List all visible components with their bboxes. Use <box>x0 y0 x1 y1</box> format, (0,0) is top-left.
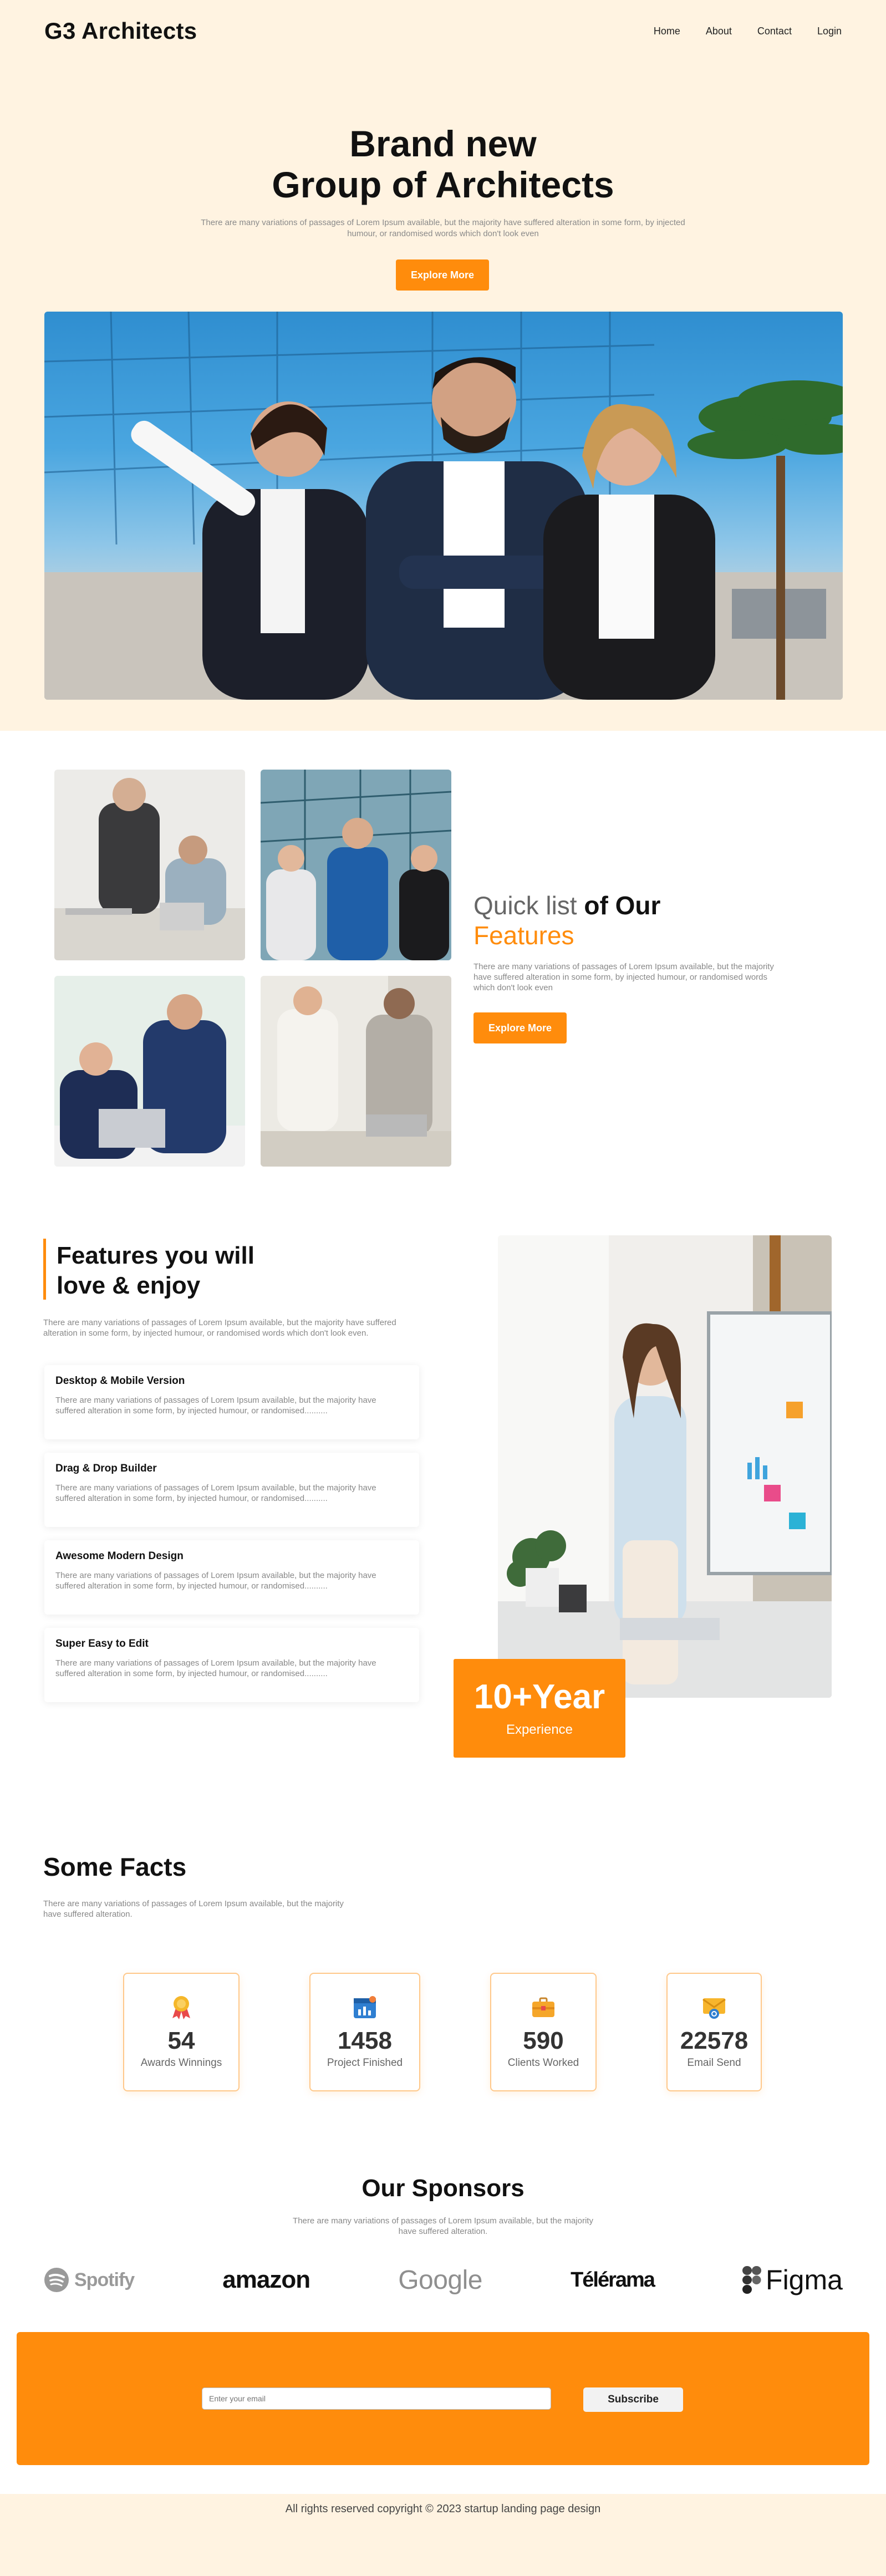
spotify-icon <box>44 2268 69 2292</box>
feature-card-text: There are many variations of passages of… <box>55 1396 376 1416</box>
nav-link-home[interactable]: Home <box>654 26 680 37</box>
fact-label: Awards Winnings <box>140 2057 222 2069</box>
hero-subtitle: There are many variations of passages of… <box>201 218 685 238</box>
calendar-chart-icon <box>352 1994 378 2020</box>
features-title-line1: Features you will <box>57 1242 254 1269</box>
facts-subtitle: There are many variations of passages of… <box>43 1899 344 1919</box>
nav-link-contact[interactable]: Contact <box>757 26 792 37</box>
subscribe-banner: Subscribe <box>17 2332 869 2465</box>
subscribe-button[interactable]: Subscribe <box>583 2387 683 2412</box>
nav-link-about[interactable]: About <box>706 26 732 37</box>
quick-list-title: Quick list of Our Features <box>473 890 660 950</box>
sponsors-title: Our Sponsors <box>361 2175 525 2202</box>
sponsors-section: Our Sponsors There are many variations o… <box>0 2147 886 2332</box>
quick-title-light: Quick list <box>473 891 577 920</box>
fact-label: Email Send <box>687 2057 741 2069</box>
feature-card-text: There are many variations of passages of… <box>55 1658 376 1678</box>
features-accent-bar <box>43 1239 46 1300</box>
feature-card: Drag & Drop Builder There are many varia… <box>44 1453 419 1527</box>
spotify-wordmark: Spotify <box>74 2269 135 2290</box>
top-nav: G3 Architects Home About Contact Login <box>44 17 842 45</box>
feature-card-title: Awesome Modern Design <box>55 1550 184 1562</box>
site-logo[interactable]: G3 Architects <box>44 18 197 44</box>
feature-card: Awesome Modern Design There are many var… <box>44 1540 419 1615</box>
experience-label: Experience <box>506 1722 573 1737</box>
experience-badge: 10+Year Experience <box>454 1659 625 1758</box>
fact-card: 1458 Project Finished <box>309 1973 420 2091</box>
features-title-line2: love & enjoy <box>57 1272 201 1299</box>
quick-title-dark: of Our <box>584 891 661 920</box>
fact-label: Project Finished <box>327 2057 403 2069</box>
features-subtitle: There are many variations of passages of… <box>43 1318 396 1338</box>
feature-card: Desktop & Mobile Version There are many … <box>44 1365 419 1439</box>
telerama-logo: Télérama <box>571 2268 655 2292</box>
nav-links: Home About Contact Login <box>654 26 842 37</box>
business-team-photo <box>261 770 451 960</box>
google-wordmark: Google <box>398 2265 482 2295</box>
team-meeting-photo <box>54 770 245 960</box>
feature-card: Super Easy to Edit There are many variat… <box>44 1628 419 1702</box>
fact-value: 54 <box>167 2027 195 2054</box>
hero-title: Brand new Group of Architects <box>0 123 886 205</box>
spotify-logo: Spotify <box>43 2267 135 2293</box>
experience-value: 10+Year <box>473 1678 605 1716</box>
feature-card-text: There are many variations of passages of… <box>55 1483 376 1503</box>
nav-link-login[interactable]: Login <box>817 26 842 37</box>
amazon-wordmark: amazon <box>222 2266 310 2293</box>
footer: All rights reserved copyright © 2023 sta… <box>0 2494 886 2576</box>
facts-title: Some Facts <box>43 1852 187 1881</box>
subscribe-section: Subscribe <box>0 2332 886 2494</box>
fact-card: 22578 Email Send <box>666 1973 762 2091</box>
fact-label: Clients Worked <box>507 2057 579 2069</box>
hero-explore-button[interactable]: Explore More <box>396 259 489 291</box>
figma-icon <box>742 2266 762 2294</box>
fact-value: 1458 <box>338 2027 392 2054</box>
figma-wordmark: Figma <box>766 2264 843 2295</box>
fact-value: 590 <box>523 2027 564 2054</box>
quick-title-orange: Features <box>473 921 574 950</box>
email-input[interactable] <box>202 2387 551 2410</box>
award-medal-icon <box>168 1994 195 2020</box>
quick-explore-button[interactable]: Explore More <box>473 1012 567 1043</box>
hero-section: G3 Architects Home About Contact Login B… <box>0 0 886 731</box>
features-section: Features you will love & enjoy There are… <box>0 1214 886 1830</box>
feature-card-title: Super Easy to Edit <box>55 1638 149 1650</box>
hero-title-line2: Group of Architects <box>272 164 614 205</box>
copyright-text: All rights reserved copyright © 2023 sta… <box>285 2503 601 2515</box>
features-title: Features you will love & enjoy <box>57 1241 254 1301</box>
quick-list-subtitle: There are many variations of passages of… <box>473 962 774 992</box>
briefcase-icon <box>530 1994 557 2020</box>
hero-title-line1: Brand new <box>349 123 537 164</box>
google-logo: Google <box>398 2265 482 2295</box>
fact-card: 590 Clients Worked <box>490 1973 597 2091</box>
handshake-photo <box>261 976 451 1167</box>
fact-value: 22578 <box>680 2027 748 2054</box>
hero-team-photo <box>44 312 843 700</box>
feature-card-text: There are many variations of passages of… <box>55 1571 376 1591</box>
email-icon <box>701 1994 727 2020</box>
laptop-collaboration-photo <box>54 976 245 1167</box>
amazon-logo: amazon <box>222 2266 310 2294</box>
facts-section: Some Facts There are many variations of … <box>0 1830 886 2147</box>
quick-list-section: Quick list of Our Features There are man… <box>0 731 886 1214</box>
sponsors-subtitle: There are many variations of passages of… <box>293 2216 593 2236</box>
sponsor-logos: Spotify amazon Google Télérama Figma <box>43 2262 843 2298</box>
telerama-wordmark: Télérama <box>571 2268 655 2292</box>
figma-logo: Figma <box>742 2264 843 2296</box>
fact-card: 54 Awards Winnings <box>123 1973 240 2091</box>
feature-card-title: Desktop & Mobile Version <box>55 1375 185 1387</box>
feature-card-title: Drag & Drop Builder <box>55 1463 157 1474</box>
office-woman-photo <box>498 1235 832 1698</box>
